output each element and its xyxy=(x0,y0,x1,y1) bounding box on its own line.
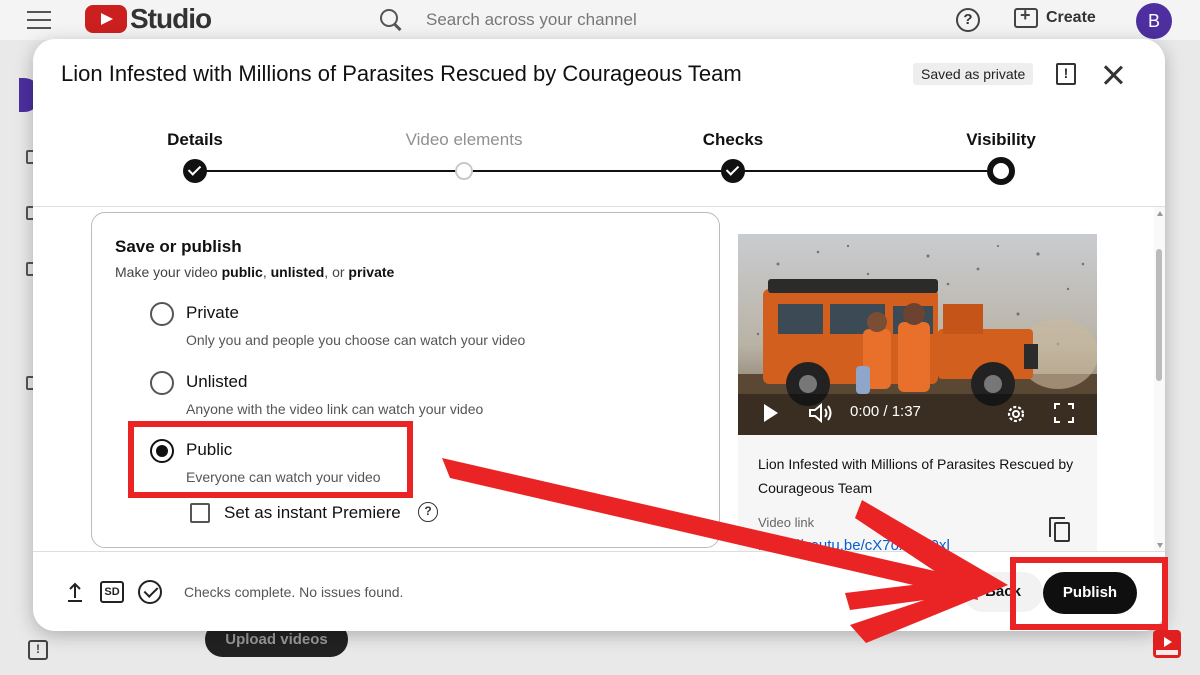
report-icon[interactable]: ! xyxy=(1056,63,1076,85)
volume-icon[interactable] xyxy=(808,402,834,424)
sd-icon: SD xyxy=(100,581,124,603)
studio-brand: Studio xyxy=(130,3,212,34)
step-done-check-icon[interactable] xyxy=(721,159,745,183)
checks-status-text: Checks complete. No issues found. xyxy=(184,584,404,600)
step-connector xyxy=(465,170,733,172)
step-done-check-icon[interactable] xyxy=(183,159,207,183)
stepper-divider xyxy=(33,206,1165,207)
scroll-thumb[interactable] xyxy=(1156,249,1162,381)
option-label-unlisted[interactable]: Unlisted xyxy=(186,372,247,392)
option-desc-public: Everyone can watch your video xyxy=(186,469,381,485)
video-player[interactable]: 0:00 / 1:37 xyxy=(738,234,1097,435)
back-button[interactable]: Back xyxy=(963,572,1043,612)
create-icon xyxy=(1014,5,1038,28)
dialog-title: Lion Infested with Millions of Parasites… xyxy=(61,61,742,86)
instant-premiere-label[interactable]: Set as instant Premiere xyxy=(224,503,401,523)
step-connector xyxy=(195,170,465,172)
dialog-footer: SD Checks complete. No issues found. Bac… xyxy=(33,551,1165,631)
premiere-help-icon[interactable]: ? xyxy=(418,502,438,522)
step-connector xyxy=(733,170,1001,172)
studio-topbar: Studio Search across your channel ? Crea… xyxy=(0,0,1200,40)
step-label-checks[interactable]: Checks xyxy=(703,130,763,150)
step-label-details[interactable]: Details xyxy=(167,130,223,150)
option-label-public[interactable]: Public xyxy=(186,440,232,460)
check-circle-icon xyxy=(138,580,162,604)
step-label-visibility[interactable]: Visibility xyxy=(966,130,1036,150)
option-desc-unlisted: Anyone with the video link can watch you… xyxy=(186,401,484,417)
save-or-publish-card: Save or publish Make your video public, … xyxy=(91,212,720,548)
close-icon[interactable] xyxy=(1101,63,1125,87)
step-pending-dot[interactable] xyxy=(455,162,473,180)
radio-unlisted[interactable] xyxy=(150,371,174,395)
fullscreen-icon[interactable] xyxy=(1054,403,1074,423)
upload-dialog: Lion Infested with Millions of Parasites… xyxy=(33,39,1165,631)
radio-public[interactable] xyxy=(150,439,174,463)
video-link-label: Video link xyxy=(758,515,815,530)
upload-icon xyxy=(68,582,82,602)
video-preview-panel: 0:00 / 1:37 Lion Infested with Millions … xyxy=(738,234,1097,554)
card-subtitle: Make your video public, unlisted, or pri… xyxy=(115,264,395,280)
create-button[interactable]: Create xyxy=(1014,5,1096,28)
video-controls: 0:00 / 1:37 xyxy=(738,394,1097,434)
option-label-private[interactable]: Private xyxy=(186,303,239,323)
preview-video-title: Lion Infested with Millions of Parasites… xyxy=(758,456,1074,496)
publish-button[interactable]: Publish xyxy=(1043,572,1137,614)
step-label-video-elements[interactable]: Video elements xyxy=(406,130,523,150)
subscribe-badge-icon xyxy=(1153,630,1181,658)
play-icon[interactable] xyxy=(764,404,778,422)
option-desc-private: Only you and people you choose can watch… xyxy=(186,332,526,348)
saved-status-badge: Saved as private xyxy=(913,63,1034,85)
create-label: Create xyxy=(1046,9,1096,26)
search-input[interactable]: Search across your channel xyxy=(426,10,637,30)
instant-premiere-checkbox[interactable] xyxy=(190,503,210,523)
sidebar-feedback-icon[interactable]: ! xyxy=(28,640,48,660)
search-icon[interactable] xyxy=(378,7,404,33)
settings-icon[interactable] xyxy=(1004,402,1028,426)
dialog-scrollbar[interactable] xyxy=(1154,207,1165,552)
scroll-up-arrow[interactable] xyxy=(1157,211,1163,216)
radio-private[interactable] xyxy=(150,302,174,326)
account-avatar[interactable]: B xyxy=(1136,3,1172,39)
step-current-dot[interactable] xyxy=(987,157,1015,185)
channel-search[interactable]: Search across your channel xyxy=(370,3,830,37)
youtube-logo-icon[interactable] xyxy=(85,5,127,33)
scroll-down-arrow[interactable] xyxy=(1157,543,1163,548)
copy-icon[interactable] xyxy=(1049,517,1070,542)
hamburger-icon[interactable] xyxy=(27,11,51,29)
upload-stepper: Details Video elements Checks Visibility xyxy=(33,119,1165,219)
video-time: 0:00 / 1:37 xyxy=(850,403,921,420)
help-icon[interactable]: ? xyxy=(956,8,980,32)
card-heading: Save or publish xyxy=(115,237,242,256)
